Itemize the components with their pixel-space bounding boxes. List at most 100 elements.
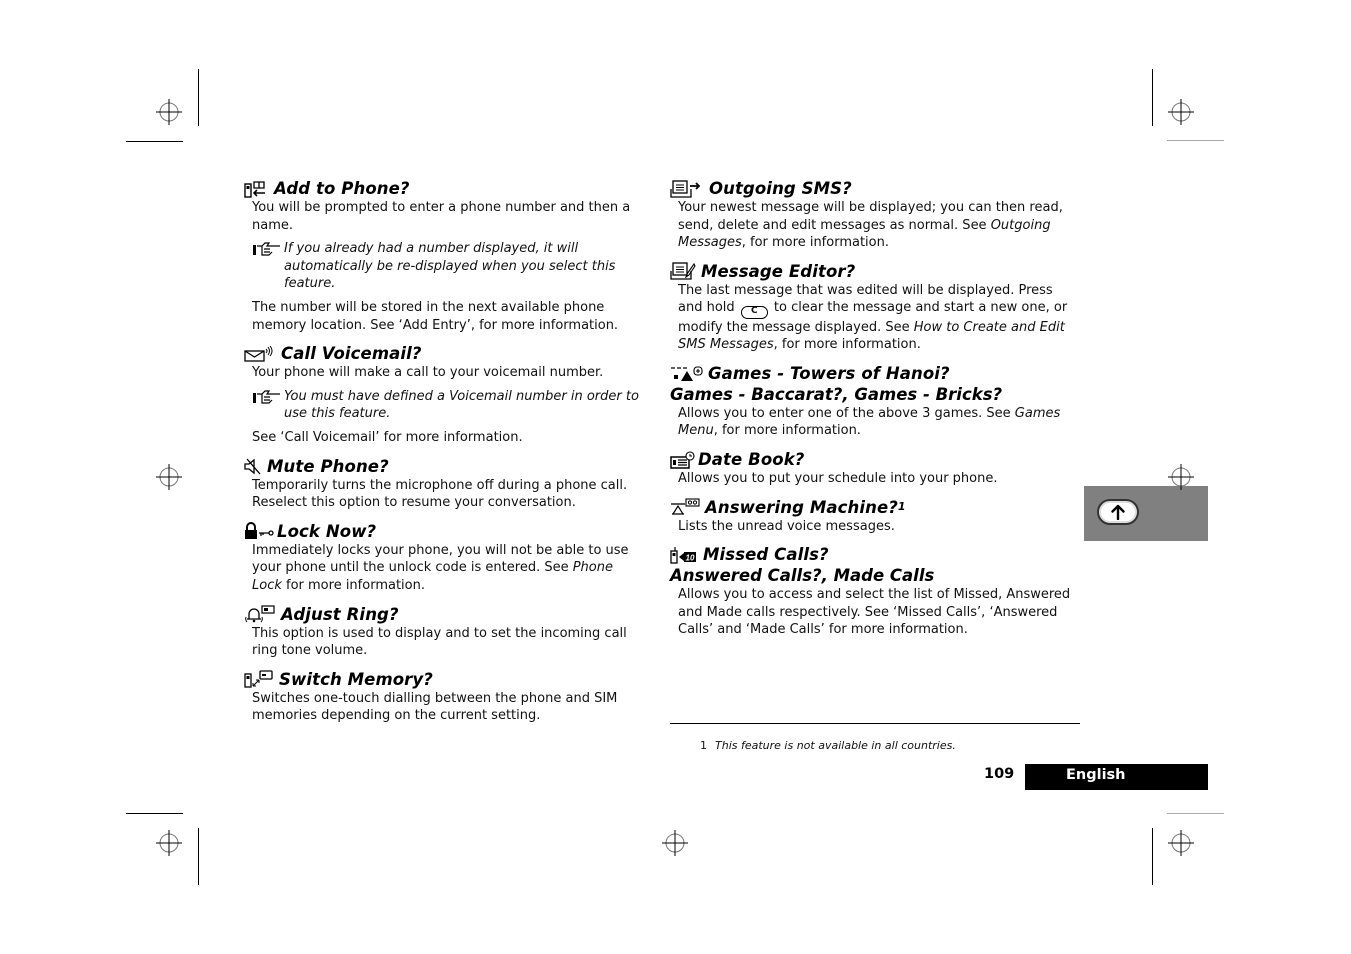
section-heading: Message Editor? (670, 261, 1080, 282)
mute-icon (244, 458, 262, 475)
language-label: English (1025, 764, 1208, 790)
body-text: You will be prompted to enter a phone nu… (252, 200, 631, 233)
add-to-phone-icon (244, 180, 269, 198)
body-text: Immediately locks your phone, you will n… (252, 542, 644, 595)
svg-text:10: 10 (685, 553, 695, 562)
section-heading: Outgoing SMS? (670, 178, 1080, 199)
heading-text: Mute Phone? (267, 456, 389, 476)
body-text: Temporarily turns the microphone off dur… (252, 477, 628, 511)
heading-text: Adjust Ring? (281, 604, 399, 624)
crop-mark (126, 141, 183, 142)
heading-text: Missed Calls? (703, 545, 829, 565)
registration-mark-icon (156, 830, 182, 856)
pointing-hand-icon (252, 242, 282, 262)
menu-item-lock-now: Lock Now? Immediately locks your phone, … (244, 521, 644, 595)
body-text-part: , for more information. (773, 337, 921, 353)
crop-mark (1152, 69, 1153, 126)
body-text: Lists the unread voice messages. (678, 518, 895, 534)
section-heading: Call Voicemail? (244, 343, 644, 364)
footnote-number: 1 (700, 739, 707, 752)
body-text: The last message that was edited will be… (678, 282, 1080, 354)
menu-item-call-voicemail: Call Voicemail? Your phone will make a c… (244, 343, 644, 446)
section-heading: Add to Phone? (244, 178, 644, 199)
crop-mark (198, 69, 199, 126)
switch-memory-icon (244, 670, 274, 688)
crop-mark (1167, 813, 1224, 814)
note-text: You must have defined a Voicemail number… (284, 388, 639, 422)
missed-calls-icon: 10 (670, 546, 698, 564)
body-text-part: , for more information. (713, 423, 861, 439)
menu-item-answering-machine: Answering Machine? 1 Lists the unread voi… (670, 497, 1080, 536)
body-text: The number will be stored in the next av… (252, 299, 619, 333)
body-text: Switches one-touch dialling between the … (252, 690, 618, 724)
footnote-text: This feature is not available in all cou… (715, 739, 956, 752)
section-heading: Mute Phone? (244, 456, 644, 477)
body-text: This option is used to display and to se… (252, 625, 627, 659)
heading-text: Message Editor? (701, 261, 856, 281)
menu-item-date-book: Date Book? Allows you to put your schedu… (670, 449, 1080, 488)
registration-mark-icon (156, 464, 182, 490)
section-heading-continued: Games - Baccarat?, Games - Bricks? (670, 384, 1003, 404)
up-arrow-key-icon (1097, 499, 1139, 525)
answering-machine-icon (670, 498, 700, 516)
body-text: See ‘Call Voicemail’ for more informatio… (252, 429, 523, 445)
body-text-part: , for more information. (741, 235, 889, 251)
heading-text: Games - Towers of Hanoi? (708, 363, 950, 383)
heading-text: Date Book? (698, 450, 805, 470)
body-text: Allows you to access and select the list… (678, 587, 1071, 638)
registration-mark-icon (1168, 99, 1194, 125)
body-text-part: for more information. (281, 577, 425, 593)
section-heading: Adjust Ring? (244, 604, 644, 625)
games-icon (670, 364, 706, 382)
registration-mark-icon (662, 830, 688, 856)
menu-item-switch-memory: Switch Memory? Switches one-touch dialli… (244, 669, 644, 725)
footnote-divider (670, 723, 1080, 724)
body-text: Allows you to put your schedule into you… (678, 471, 998, 487)
registration-mark-icon (1168, 830, 1194, 856)
c-key-icon: C (740, 305, 768, 319)
body-text: Allows you to enter one of the above 3 g… (678, 405, 1080, 440)
page-number: 109 (984, 766, 1015, 782)
registration-mark-icon (1168, 464, 1194, 490)
left-column: Add to Phone? You will be prompted to en… (244, 178, 644, 725)
note: You must have defined a Voicemail number… (252, 388, 644, 423)
section-heading: Games - Towers of Hanoi? (670, 363, 1080, 384)
section-heading: Answering Machine? 1 (670, 497, 1080, 518)
menu-item-adjust-ring: Adjust Ring? This option is used to disp… (244, 604, 644, 660)
menu-item-missed-calls: 10 Missed Calls? Answered Calls?, Made C… (670, 544, 1080, 639)
body-text: Your newest message will be displayed; y… (678, 199, 1080, 252)
menu-item-mute-phone: Mute Phone? Temporarily turns the microp… (244, 456, 644, 512)
section-heading: 10 Missed Calls? (670, 544, 1080, 565)
menu-item-games: Games - Towers of Hanoi? Games - Baccara… (670, 363, 1080, 440)
heading-text: Answering Machine? (705, 497, 898, 517)
heading-text: Outgoing SMS? (709, 179, 852, 198)
crop-mark (1152, 828, 1153, 885)
menu-item-outgoing-sms: Outgoing SMS? Your newest message will b… (670, 178, 1080, 252)
body-text-part: Allows you to enter one of the above 3 g… (678, 405, 1015, 421)
message-editor-icon (670, 262, 696, 280)
section-heading: Switch Memory? (244, 669, 644, 690)
footnote: 1 This feature is not available in all co… (700, 739, 956, 752)
outgoing-sms-icon (670, 179, 704, 198)
heading-text: Add to Phone? (274, 179, 410, 198)
heading-text: Switch Memory? (279, 669, 433, 689)
section-heading-continued: Answered Calls?, Made Calls (670, 566, 935, 586)
crop-mark (126, 813, 183, 814)
right-column: Outgoing SMS? Your newest message will b… (670, 178, 1080, 639)
lock-key-icon (244, 522, 274, 540)
date-book-icon (670, 450, 696, 469)
body-text: Your phone will make a call to your voic… (252, 365, 604, 381)
heading-text: Lock Now? (277, 521, 377, 541)
note: If you already had a number displayed, i… (252, 240, 644, 293)
note-text: If you already had a number displayed, i… (284, 241, 616, 292)
crop-mark (198, 828, 199, 885)
menu-item-message-editor: Message Editor? The last message that wa… (670, 261, 1080, 354)
voicemail-icon (244, 345, 276, 362)
ring-bell-icon (244, 605, 276, 623)
crop-mark (1167, 140, 1224, 141)
heading-text: Call Voicemail? (281, 344, 422, 364)
section-heading: Lock Now? (244, 521, 644, 542)
menu-item-add-to-phone: Add to Phone? You will be prompted to en… (244, 178, 644, 334)
section-heading: Date Book? (670, 449, 1080, 470)
pointing-hand-icon (252, 390, 282, 410)
